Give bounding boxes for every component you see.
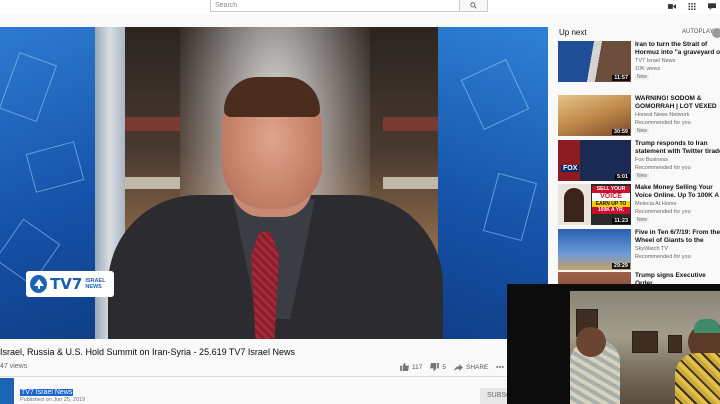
more-options-icon[interactable] — [496, 364, 505, 370]
video-thumbnail[interactable]: 30:59 — [558, 95, 631, 136]
dislike-button[interactable]: 5 — [430, 363, 446, 371]
person-left-head — [576, 327, 606, 357]
top-icons — [668, 0, 720, 12]
autoplay-toggle[interactable] — [712, 28, 720, 38]
thumb-text-line: 100K A YR. — [592, 207, 630, 214]
autoplay-label: AUTOPLAY — [682, 29, 714, 35]
channel-avatar[interactable] — [0, 378, 14, 404]
video-actions: 117 5 SHARE — [400, 363, 505, 371]
video-title[interactable]: Iran to turn the Strait of Hormuz into "… — [635, 41, 720, 57]
video-duration: 11:57 — [612, 75, 630, 81]
video-thumbnail[interactable]: SELL YOUR VOICE EARN UP TO 100K A YR. 11… — [558, 184, 631, 225]
dislike-count: 5 — [442, 363, 446, 371]
video-title[interactable]: Trump responds to Iran statement with Tw… — [635, 140, 720, 156]
channel-name: Honest News Network — [635, 112, 690, 118]
fox-thumb-text: FOX — [561, 165, 580, 172]
channel-name-link[interactable]: TV7 Israel News — [20, 389, 74, 396]
channel-name: Fox Business — [635, 157, 669, 163]
up-next-heading: Up next — [559, 28, 587, 37]
apps-grid-icon[interactable] — [688, 2, 696, 10]
video-duration: 5:01 — [614, 174, 630, 180]
share-label: SHARE — [466, 363, 489, 371]
video-duration: 30:59 — [611, 129, 630, 135]
new-badge: New — [635, 217, 650, 223]
video-thumbnail[interactable]: FOX 5:01 — [558, 140, 631, 181]
person-right-hat — [694, 319, 720, 333]
channel-name: SkyWatch TV — [635, 246, 669, 252]
new-badge: New — [635, 128, 650, 134]
recommendation-note: Recommended for you — [635, 209, 691, 215]
info-divider — [0, 376, 548, 377]
recommended-video[interactable]: 11:57 Iran to turn the Strait of Hormuz … — [558, 41, 720, 83]
search-button[interactable] — [460, 0, 488, 12]
channel-logo: TV7 ISRAEL NEWS — [26, 271, 114, 297]
view-count: 47 views — [0, 363, 28, 370]
video-title[interactable]: Make Money Selling Your Voice Online. Up… — [635, 184, 720, 200]
logo-subtext: ISRAEL NEWS — [85, 278, 106, 290]
thumb-text-line: SELL YOUR — [592, 186, 630, 193]
new-badge: New — [635, 74, 650, 80]
webcam-overlay — [507, 284, 720, 404]
thumb-text-line: VOICE — [592, 192, 630, 201]
video-title[interactable]: Five in Ten 6/7/19: From the Wheel of Gi… — [635, 229, 720, 245]
recommended-video[interactable]: SELL YOUR VOICE EARN UP TO 100K A YR. 11… — [558, 184, 720, 226]
recommended-video[interactable]: 29:29 Five in Ten 6/7/19: From the Wheel… — [558, 229, 720, 271]
video-title: Israel, Russia & U.S. Hold Summit on Ira… — [0, 347, 295, 357]
logo-emblem-icon — [30, 275, 48, 293]
wall-picture-frame — [668, 335, 682, 353]
video-camera-icon[interactable] — [668, 3, 676, 10]
recommendation-note: Recommended for you — [635, 165, 691, 171]
channel-name: Melecia At Home — [635, 201, 677, 207]
video-title[interactable]: WARNING! SODOM & GOMORRAH | LOT VEXED HI… — [635, 95, 720, 111]
recommendation-note: Recommended for you — [635, 254, 691, 260]
thumbs-down-icon — [430, 363, 440, 371]
recommendation-note: Recommended for you — [635, 120, 691, 126]
search-input[interactable]: Search — [210, 0, 460, 12]
share-button[interactable]: SHARE — [454, 363, 489, 371]
like-count: 117 — [412, 363, 423, 371]
video-duration: 29:29 — [611, 263, 630, 269]
search-icon — [470, 2, 477, 9]
video-thumbnail[interactable]: 29:29 — [558, 229, 631, 270]
recommended-video[interactable]: FOX 5:01 Trump responds to Iran statemen… — [558, 140, 720, 182]
recommended-video[interactable]: 30:59 WARNING! SODOM & GOMORRAH | LOT VE… — [558, 95, 720, 137]
new-badge: New — [635, 173, 650, 179]
presenter-tie — [251, 232, 279, 339]
wall-picture-frame — [632, 331, 658, 353]
presenter-hair — [224, 77, 320, 117]
publish-date: Published on Jun 25, 2019 — [20, 397, 86, 403]
view-count: 10K views — [635, 66, 661, 72]
logo-text: TV7 — [50, 275, 83, 293]
chat-icon[interactable] — [708, 2, 716, 10]
video-thumbnail[interactable]: 11:57 — [558, 41, 631, 82]
thumbs-up-icon — [400, 363, 409, 371]
channel-name: TV7 Israel News — [635, 58, 676, 64]
person-right — [675, 353, 720, 404]
video-player[interactable]: TV7 ISRAEL NEWS — [0, 27, 548, 339]
like-button[interactable]: 117 — [400, 363, 422, 371]
share-arrow-icon — [454, 363, 463, 371]
video-duration: 11:23 — [612, 218, 630, 224]
webcam-feed — [570, 291, 720, 404]
